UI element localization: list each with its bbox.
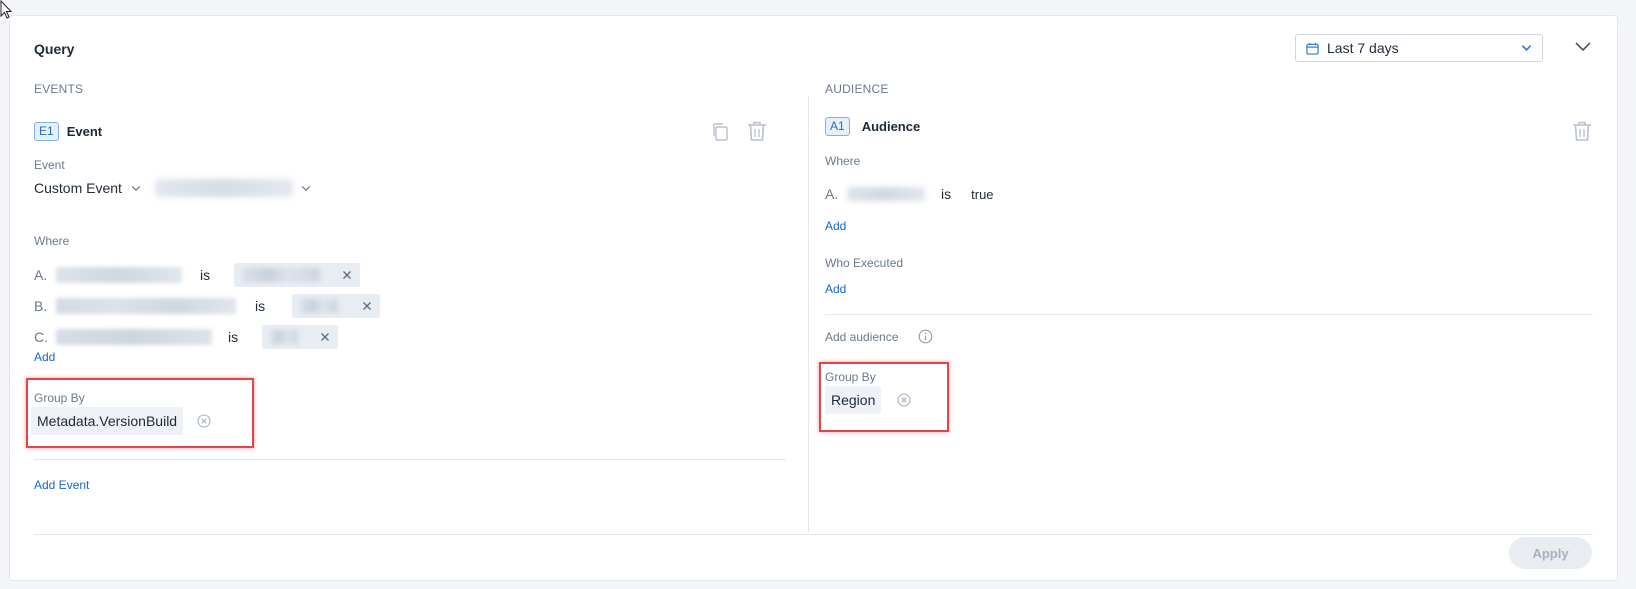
- audience-field-redacted[interactable]: [847, 187, 925, 201]
- condition-value-redacted: [270, 330, 299, 344]
- condition-value-chip[interactable]: [262, 325, 339, 349]
- date-range-select[interactable]: Last 7 days: [1295, 34, 1543, 62]
- event-badge: E1: [34, 122, 59, 141]
- audience-where-label: Where: [825, 154, 861, 168]
- group-by-row: Metadata.VersionBuild: [31, 407, 211, 435]
- where-label: Where: [34, 234, 70, 248]
- chevron-down-icon[interactable]: [301, 185, 311, 192]
- info-icon[interactable]: [918, 329, 933, 344]
- chevron-down-icon: [1521, 45, 1532, 52]
- query-title: Query: [34, 41, 75, 57]
- events-section-label: EVENTS: [34, 82, 84, 96]
- add-audience-row: Add audience: [825, 329, 933, 344]
- trash-icon[interactable]: [746, 120, 768, 142]
- group-by-label: Group By: [34, 391, 85, 405]
- condition-operator: is: [941, 186, 952, 202]
- condition-row: B. is: [34, 294, 381, 318]
- add-event-link[interactable]: Add Event: [34, 478, 89, 492]
- close-icon[interactable]: [320, 332, 330, 342]
- event-type-row: Custom Event: [34, 179, 311, 197]
- condition-field-redacted[interactable]: [56, 267, 182, 283]
- condition-value-redacted: [242, 268, 321, 282]
- events-divider: [34, 459, 786, 460]
- audience-condition-value[interactable]: true: [971, 187, 993, 202]
- close-icon[interactable]: [362, 301, 372, 311]
- close-icon[interactable]: [342, 270, 352, 280]
- date-range-value: Last 7 days: [1327, 40, 1399, 56]
- audience-group-by-row: Region: [825, 386, 911, 414]
- audience-section-label: AUDIENCE: [825, 82, 889, 96]
- audience-group-by-chip[interactable]: Region: [825, 386, 882, 414]
- circle-close-icon[interactable]: [197, 414, 211, 428]
- condition-operator: is: [228, 329, 239, 345]
- audience-name: Audience: [861, 119, 921, 134]
- condition-value-redacted: [300, 299, 339, 313]
- query-panel: Query Last 7 days EVENTS E1 Event Event …: [9, 15, 1618, 581]
- audience-group-by-label: Group By: [825, 370, 876, 384]
- who-executed-label: Who Executed: [825, 256, 904, 270]
- audience-condition-row: A. is true: [825, 183, 994, 205]
- apply-button[interactable]: Apply: [1509, 537, 1592, 569]
- event-type-select[interactable]: Custom Event: [34, 180, 122, 196]
- group-by-chip[interactable]: Metadata.VersionBuild: [31, 407, 184, 435]
- circle-close-icon[interactable]: [897, 393, 911, 407]
- condition-field-redacted[interactable]: [56, 329, 212, 345]
- condition-field-redacted[interactable]: [56, 298, 236, 314]
- condition-operator: is: [200, 267, 211, 283]
- collapse-chevron-icon[interactable]: [1574, 40, 1592, 54]
- condition-letter: C.: [34, 329, 48, 345]
- event-name-select-redacted[interactable]: [154, 179, 293, 197]
- chevron-down-icon[interactable]: [131, 185, 141, 192]
- event-field-label: Event: [34, 158, 65, 172]
- event-name: Event: [66, 124, 103, 139]
- add-condition-link[interactable]: Add: [34, 350, 55, 364]
- trash-icon[interactable]: [1571, 120, 1593, 142]
- add-audience-link[interactable]: Add audience: [825, 330, 898, 344]
- condition-value-chip[interactable]: [292, 294, 381, 318]
- column-divider: [808, 96, 809, 532]
- condition-value-chip[interactable]: [234, 263, 361, 287]
- condition-letter: A.: [34, 267, 48, 283]
- condition-row: C. is: [34, 325, 339, 349]
- audience-divider: [825, 314, 1593, 315]
- event-header: E1 Event: [34, 122, 102, 141]
- condition-letter: B.: [34, 298, 48, 314]
- condition-row: A. is: [34, 263, 361, 287]
- who-executed-add-link[interactable]: Add: [825, 282, 846, 296]
- audience-add-link[interactable]: Add: [825, 219, 846, 233]
- footer-divider: [34, 534, 1593, 535]
- audience-header: A1 Audience: [825, 117, 920, 136]
- calendar-icon: [1306, 42, 1319, 55]
- condition-letter: A.: [825, 186, 839, 202]
- audience-badge: A1: [825, 117, 850, 136]
- condition-operator: is: [255, 298, 266, 314]
- copy-icon[interactable]: [711, 122, 729, 142]
